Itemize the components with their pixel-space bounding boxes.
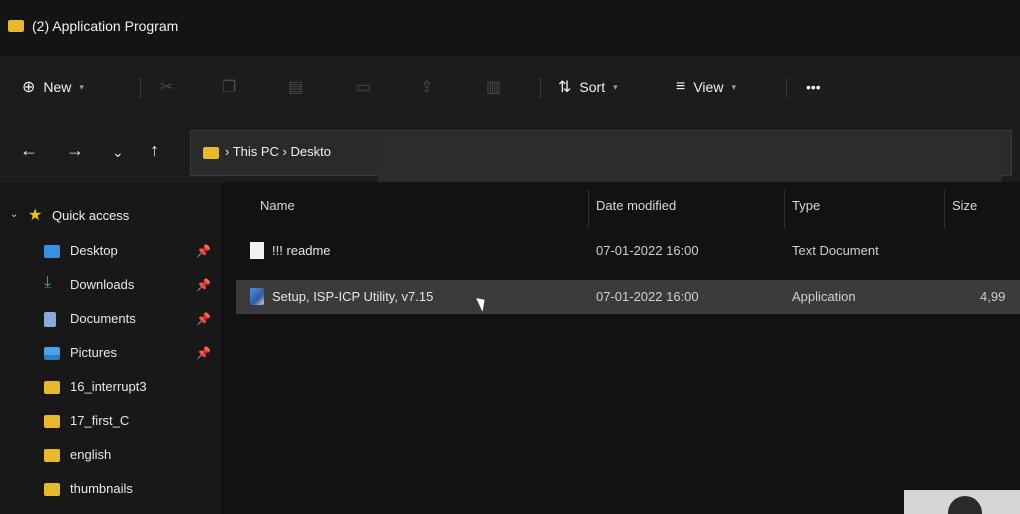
view-button[interactable]: ≡ View ▾ bbox=[676, 74, 736, 100]
back-arrow-icon[interactable]: ← bbox=[20, 140, 38, 161]
column-header-size[interactable]: Size bbox=[952, 198, 977, 213]
sidebar-item-pictures[interactable]: Pictures 📌 bbox=[0, 338, 222, 368]
sidebar-item-label: Pictures bbox=[70, 345, 117, 360]
setup-app-icon bbox=[250, 288, 264, 305]
new-label: New bbox=[43, 79, 72, 95]
desktop-icon bbox=[44, 245, 60, 258]
pin-icon[interactable]: 📌 bbox=[196, 278, 211, 292]
sidebar-item-label: Downloads bbox=[70, 277, 135, 292]
title-bar: (2) Application Program bbox=[0, 0, 1020, 56]
sidebar-item-english[interactable]: english bbox=[0, 440, 222, 470]
delete-button[interactable]: ▥ bbox=[486, 74, 509, 100]
pin-icon[interactable]: 📌 bbox=[196, 244, 211, 258]
view-lines-icon: ≡ bbox=[676, 78, 686, 95]
sort-label: Sort bbox=[579, 79, 606, 95]
rename-icon: ▭ bbox=[356, 79, 372, 96]
file-name: !!! readme bbox=[272, 243, 331, 258]
column-divider[interactable] bbox=[944, 190, 945, 228]
paste-icon: ▤ bbox=[288, 79, 304, 96]
sidebar-item-label: Quick access bbox=[52, 208, 130, 223]
sidebar-item-label: Documents bbox=[70, 311, 136, 326]
text-file-icon bbox=[250, 242, 264, 259]
chevron-down-icon: ▾ bbox=[613, 81, 618, 92]
file-type: Text Document bbox=[792, 243, 879, 258]
window-title: (2) Application Program bbox=[32, 18, 179, 34]
file-type: Application bbox=[792, 289, 856, 304]
webcam-overlay bbox=[904, 490, 1020, 514]
forward-arrow-icon[interactable]: → bbox=[66, 140, 84, 161]
sidebar-item-desktop[interactable]: Desktop 📌 bbox=[0, 236, 222, 266]
sidebar-item-label: 17_first_C bbox=[70, 413, 130, 428]
sort-icon: ⇅ bbox=[558, 79, 572, 96]
column-header-date[interactable]: Date modified bbox=[596, 198, 676, 213]
sidebar-item-label: thumbnails bbox=[70, 481, 133, 496]
cut-button[interactable]: ✂ bbox=[160, 74, 181, 100]
sidebar-item-17-first-c[interactable]: 17_first_C bbox=[0, 406, 222, 436]
file-date: 07-01-2022 16:00 bbox=[596, 289, 699, 304]
file-name: Setup, ISP-ICP Utility, v7.15 bbox=[272, 289, 434, 304]
person-silhouette bbox=[948, 496, 982, 514]
sidebar-item-16-interrupt3[interactable]: 16_interrupt3 bbox=[0, 372, 222, 402]
column-divider[interactable] bbox=[588, 190, 589, 228]
more-icon: ••• bbox=[806, 79, 821, 95]
sidebar-item-label: english bbox=[70, 447, 112, 462]
toolbar-divider bbox=[540, 78, 541, 98]
table-row[interactable]: !!! readme 07-01-2022 16:00 Text Documen… bbox=[236, 234, 1020, 268]
new-button[interactable]: ⊕ New ▾ bbox=[22, 74, 84, 100]
sidebar-item-label: Desktop bbox=[70, 243, 118, 258]
sort-button[interactable]: ⇅ Sort ▾ bbox=[558, 74, 618, 100]
breadcrumb: › This PC › Deskto bbox=[225, 144, 331, 159]
folder-icon bbox=[44, 415, 60, 428]
paste-button[interactable]: ▤ bbox=[288, 74, 311, 100]
file-size: 4,99 bbox=[980, 289, 1006, 304]
share-icon: ⇪ bbox=[420, 79, 434, 96]
command-bar: ⊕ New ▾ ✂ ❐ ▤ ▭ ⇪ ▥ ⇅ Sort ▾ ≡ View ▾ ••… bbox=[0, 56, 1020, 120]
navigation-pane: ⌄ ★ Quick access Desktop 📌 ⤓ Downloads 📌… bbox=[0, 182, 222, 514]
folder-icon bbox=[44, 381, 60, 394]
column-header-name[interactable]: Name bbox=[260, 198, 295, 213]
scissors-icon: ✂ bbox=[160, 79, 174, 96]
plus-circle-icon: ⊕ bbox=[22, 79, 36, 96]
view-label: View bbox=[693, 79, 724, 95]
pin-icon[interactable]: 📌 bbox=[196, 346, 211, 360]
pin-icon[interactable]: 📌 bbox=[196, 312, 211, 326]
documents-icon bbox=[44, 312, 56, 327]
download-icon: ⤓ bbox=[44, 274, 52, 291]
up-arrow-icon[interactable]: ↑ bbox=[150, 140, 159, 161]
file-date: 07-01-2022 16:00 bbox=[596, 243, 699, 258]
share-button[interactable]: ⇪ bbox=[420, 74, 441, 100]
toolbar-divider bbox=[140, 78, 141, 98]
copy-icon: ❐ bbox=[222, 79, 237, 96]
trash-icon: ▥ bbox=[486, 79, 502, 96]
folder-icon bbox=[203, 147, 219, 159]
pictures-icon bbox=[44, 347, 60, 360]
table-row[interactable]: Setup, ISP-ICP Utility, v7.15 07-01-2022… bbox=[236, 280, 1020, 314]
sidebar-item-label: 16_interrupt3 bbox=[70, 379, 147, 394]
folder-icon bbox=[44, 449, 60, 462]
folder-icon bbox=[8, 20, 24, 32]
sidebar-item-quick-access[interactable]: ⌄ ★ Quick access bbox=[0, 200, 222, 230]
sidebar-item-thumbnails[interactable]: thumbnails bbox=[0, 474, 222, 504]
recent-chevron-icon[interactable]: ⌄ bbox=[112, 144, 124, 161]
rename-button[interactable]: ▭ bbox=[356, 74, 379, 100]
copy-button[interactable]: ❐ bbox=[222, 74, 244, 100]
sidebar-item-documents[interactable]: Documents 📌 bbox=[0, 304, 222, 334]
sidebar-item-downloads[interactable]: ⤓ Downloads 📌 bbox=[0, 270, 222, 300]
chevron-down-icon: ▾ bbox=[79, 81, 84, 92]
column-divider[interactable] bbox=[784, 190, 785, 228]
star-icon: ★ bbox=[28, 207, 43, 224]
chevron-down-icon: ⌄ bbox=[10, 209, 19, 220]
file-list: Name Date modified Type Size !!! readme … bbox=[222, 182, 1020, 514]
column-header-type[interactable]: Type bbox=[792, 198, 820, 213]
chevron-down-icon: ▾ bbox=[731, 81, 736, 92]
more-options-button[interactable]: ••• bbox=[806, 74, 821, 100]
folder-icon bbox=[44, 483, 60, 496]
toolbar-divider bbox=[786, 78, 787, 98]
